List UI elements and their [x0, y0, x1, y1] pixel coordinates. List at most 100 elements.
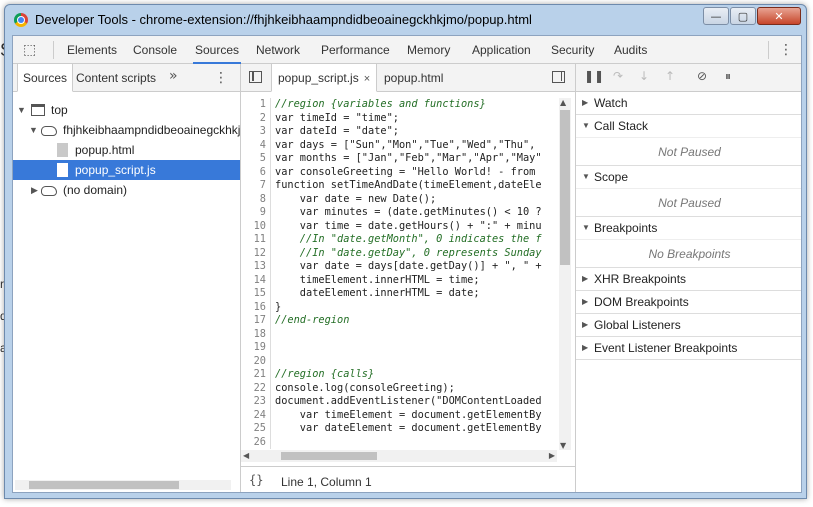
tab-performance[interactable]: Performance [319, 36, 392, 64]
line-number[interactable]: 18 [241, 327, 271, 341]
more-tabs-icon[interactable]: » [169, 68, 178, 84]
code-line[interactable]: 23 document.addEventListener("DOMContentL… [241, 395, 557, 409]
collapsed-triangle-icon[interactable]: ▶ [582, 337, 588, 359]
horizontal-scrollbar[interactable] [15, 480, 231, 490]
deactivate-breakpoints-icon[interactable]: ⊘ [694, 69, 710, 83]
line-number[interactable]: 9 [241, 206, 271, 220]
pretty-print-button[interactable]: {} [249, 473, 263, 487]
tree-item-no-domain[interactable]: ▶ (no domain) [13, 180, 240, 200]
line-number[interactable]: 17 [241, 314, 271, 328]
line-number[interactable]: 11 [241, 233, 271, 247]
tab-memory[interactable]: Memory [405, 36, 452, 64]
expanded-triangle-icon[interactable]: ▼ [29, 120, 38, 140]
expanded-triangle-icon[interactable]: ▼ [17, 100, 26, 120]
line-number[interactable]: 26 [241, 435, 271, 449]
tree-item-origin[interactable]: ▼ fhjhkeibhaampndidbeoainegckhkjmo [13, 120, 257, 140]
code-line[interactable]: 17 //end-region [241, 314, 557, 328]
code-line[interactable]: 22 console.log(consoleGreeting); [241, 381, 557, 395]
title-bar[interactable]: Developer Tools - chrome-extension://fhj… [5, 5, 806, 35]
section-header[interactable]: ▼ Breakpoints [576, 217, 801, 239]
line-number[interactable]: 15 [241, 287, 271, 301]
tree-item-popup-script[interactable]: popup_script.js [13, 160, 240, 180]
section-header[interactable]: ▶ XHR Breakpoints [576, 268, 801, 290]
code-line[interactable]: 14 timeElement.innerHTML = time; [241, 273, 557, 287]
line-number[interactable]: 13 [241, 260, 271, 274]
section-header[interactable]: ▶ Watch [576, 92, 801, 114]
line-number[interactable]: 23 [241, 395, 271, 409]
tab-audits[interactable]: Audits [612, 36, 649, 64]
close-tab-icon[interactable]: × [364, 73, 370, 85]
collapsed-triangle-icon[interactable]: ▶ [582, 268, 588, 290]
nav-tab-sources[interactable]: Sources [17, 64, 74, 92]
horizontal-scrollbar[interactable]: ◀ ▶ [241, 450, 557, 462]
inspect-element-icon[interactable]: ⬚ [23, 43, 39, 57]
scroll-left-arrow-icon[interactable]: ◀ [243, 451, 249, 460]
code-line[interactable]: 9 var minutes = (date.getMinutes() < 10 … [241, 206, 557, 220]
expanded-triangle-icon[interactable]: ▼ [582, 166, 590, 188]
line-number[interactable]: 2 [241, 111, 271, 125]
vertical-scrollbar[interactable]: ▲ ▼ [559, 98, 571, 450]
line-number[interactable]: 14 [241, 273, 271, 287]
line-number[interactable]: 21 [241, 368, 271, 382]
line-number[interactable]: 3 [241, 125, 271, 139]
close-button[interactable]: ✕ [757, 7, 801, 25]
code-line[interactable]: 6 var consoleGreeting = "Hello World! - f… [241, 165, 557, 179]
line-number[interactable]: 8 [241, 192, 271, 206]
step-into-icon[interactable]: ↓ [636, 69, 652, 83]
scrollbar-thumb[interactable] [29, 481, 179, 489]
code-line[interactable]: 11 //In "date.getMonth", 0 indicates the… [241, 233, 557, 247]
tab-sources[interactable]: Sources [193, 36, 242, 64]
code-line[interactable]: 15 dateElement.innerHTML = date; [241, 287, 557, 301]
line-number[interactable]: 20 [241, 354, 271, 368]
scroll-down-arrow-icon[interactable]: ▼ [560, 441, 566, 450]
code-line[interactable]: 12 //In "date.getDay", 0 represents Sund… [241, 246, 557, 260]
code-line[interactable]: 8 var date = new Date(); [241, 192, 557, 206]
editor-tab-popup-script[interactable]: popup_script.js × [271, 64, 378, 92]
line-number[interactable]: 10 [241, 219, 271, 233]
code-line[interactable]: 26 [241, 435, 557, 449]
line-number[interactable]: 19 [241, 341, 271, 355]
code-line[interactable]: 16} [241, 300, 557, 314]
line-number[interactable]: 6 [241, 165, 271, 179]
section-header[interactable]: ▶ DOM Breakpoints [576, 291, 801, 313]
line-number[interactable]: 1 [241, 98, 271, 112]
pause-icon[interactable]: ❚❚ [584, 69, 604, 83]
collapsed-triangle-icon[interactable]: ▶ [582, 92, 588, 114]
navigator-menu-icon[interactable]: ⋮ [214, 70, 228, 86]
collapsed-triangle-icon[interactable]: ▶ [31, 180, 38, 200]
code-line[interactable]: 20 [241, 354, 557, 368]
tab-security[interactable]: Security [549, 36, 596, 64]
line-number[interactable]: 22 [241, 381, 271, 395]
code-area[interactable]: 1 //region {variables and functions} 2 var … [241, 98, 557, 450]
more-options-icon[interactable]: ⋮ [779, 42, 793, 58]
code-line[interactable]: 24 var timeElement = document.getElement… [241, 408, 557, 422]
code-line[interactable]: 13 var date = days[date.getDay()] + ", "… [241, 260, 557, 274]
collapsed-triangle-icon[interactable]: ▶ [582, 314, 588, 336]
code-line[interactable]: 7 function setTimeAndDate(timeElement,dat… [241, 179, 557, 193]
expanded-triangle-icon[interactable]: ▼ [582, 115, 590, 137]
collapsed-triangle-icon[interactable]: ▶ [582, 291, 588, 313]
code-line[interactable]: 10 var time = date.getHours() + ":" + mi… [241, 219, 557, 233]
expanded-triangle-icon[interactable]: ▼ [582, 217, 590, 239]
line-number[interactable]: 25 [241, 422, 271, 436]
code-line[interactable]: 21 //region {calls} [241, 368, 557, 382]
step-out-icon[interactable]: ↑ [662, 69, 678, 83]
scroll-up-arrow-icon[interactable]: ▲ [560, 98, 566, 107]
scrollbar-thumb[interactable] [560, 110, 570, 265]
line-number[interactable]: 4 [241, 138, 271, 152]
tab-application[interactable]: Application [470, 36, 533, 64]
code-line[interactable]: 19 [241, 341, 557, 355]
code-line[interactable]: 4 var days = ["Sun","Mon","Tue","Wed","Th… [241, 138, 557, 152]
code-line[interactable]: 5 var months = ["Jan","Feb","Mar","Apr","… [241, 152, 557, 166]
code-line[interactable]: 25 var dateElement = document.getElement… [241, 422, 557, 436]
line-number[interactable]: 12 [241, 246, 271, 260]
maximize-button[interactable]: ▢ [730, 7, 756, 25]
tree-item-top[interactable]: ▼ top [13, 100, 240, 120]
code-line[interactable]: 18 [241, 327, 557, 341]
section-header[interactable]: ▼ Scope [576, 166, 801, 188]
section-header[interactable]: ▶ Global Listeners [576, 314, 801, 336]
tab-network[interactable]: Network [254, 36, 302, 64]
code-line[interactable]: 1 //region {variables and functions} [241, 98, 557, 112]
line-number[interactable]: 7 [241, 179, 271, 193]
nav-tab-content-scripts[interactable]: Content scripts [76, 64, 156, 92]
